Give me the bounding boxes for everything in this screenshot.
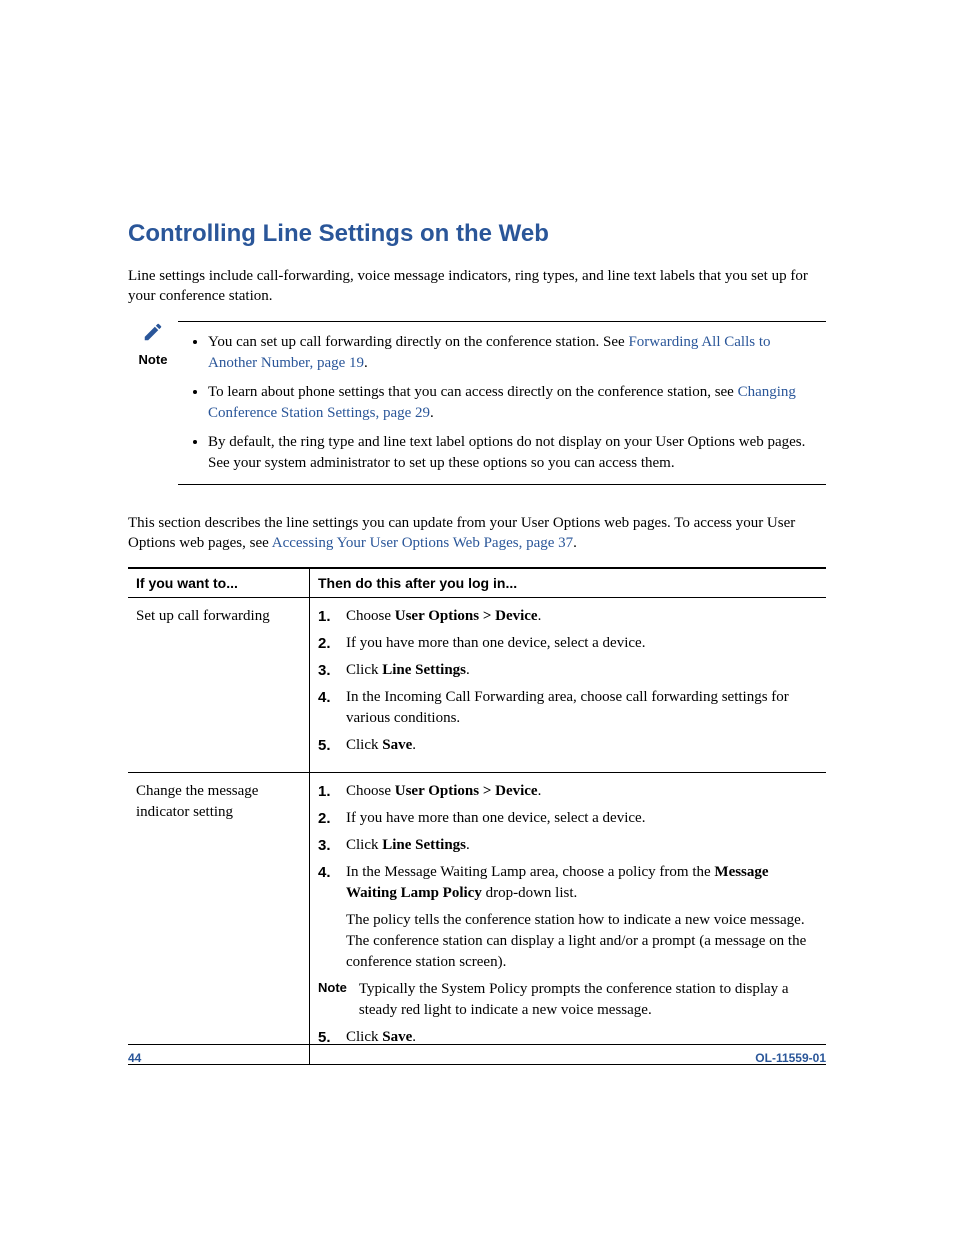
goal-cell: Change the message indicator setting [128, 773, 310, 1065]
note-label: Note [128, 352, 178, 367]
lead-paragraph: This section describes the line settings… [128, 513, 826, 554]
ui-path: User Options > Device [395, 608, 538, 624]
note-text: By default, the ring type and line text … [208, 434, 805, 471]
note-list: You can set up call forwarding directly … [186, 332, 826, 474]
note-text: To learn about phone settings that you c… [208, 384, 738, 400]
step: Click Save. [318, 735, 818, 756]
step: Choose User Options > Device. [318, 606, 818, 627]
inline-note: Note Typically the System Policy prompts… [318, 979, 818, 1021]
step: In the Incoming Call Forwarding area, ch… [318, 687, 818, 729]
procedure-table: If you want to... Then do this after you… [128, 567, 826, 1065]
note-gutter: Note [128, 321, 178, 485]
lead-link[interactable]: Accessing Your User Options Web Pages, p… [272, 535, 573, 551]
note-text: You can set up call forwarding directly … [208, 334, 628, 350]
steps-list: Choose User Options > Device. If you hav… [318, 606, 818, 756]
note-text: . [364, 355, 368, 371]
step: Choose User Options > Device. [318, 781, 818, 802]
steps-list: Choose User Options > Device. If you hav… [318, 781, 818, 904]
column-header-action: Then do this after you log in... [310, 568, 827, 598]
inline-note-text: Typically the System Policy prompts the … [359, 979, 818, 1021]
table-header-row: If you want to... Then do this after you… [128, 568, 826, 598]
ui-path: User Options > Device [395, 783, 538, 799]
intro-paragraph: Line settings include call-forwarding, v… [128, 266, 826, 307]
note-content: You can set up call forwarding directly … [178, 321, 826, 485]
step: Click Line Settings. [318, 835, 818, 856]
ui-label: Save [382, 737, 412, 753]
note-item: To learn about phone settings that you c… [208, 382, 820, 424]
page-number: 44 [128, 1051, 141, 1065]
column-header-goal: If you want to... [128, 568, 310, 598]
note-item: By default, the ring type and line text … [208, 432, 820, 474]
step: In the Message Waiting Lamp area, choose… [318, 862, 818, 904]
step: If you have more than one device, select… [318, 633, 818, 654]
ui-label: Line Settings [382, 837, 466, 853]
table-row: Change the message indicator setting Cho… [128, 773, 826, 1065]
lead-text: . [573, 535, 577, 551]
section-heading: Controlling Line Settings on the Web [128, 220, 826, 248]
note-text: . [430, 405, 434, 421]
step: If you have more than one device, select… [318, 808, 818, 829]
document-id: OL-11559-01 [755, 1051, 826, 1065]
pencil-icon [142, 330, 164, 347]
note-item: You can set up call forwarding directly … [208, 332, 820, 374]
step-sub-paragraph: The policy tells the conference station … [346, 910, 818, 973]
step: Click Line Settings. [318, 660, 818, 681]
goal-cell: Set up call forwarding [128, 598, 310, 773]
page-footer: 44 OL-11559-01 [128, 1044, 826, 1065]
table-row: Set up call forwarding Choose User Optio… [128, 598, 826, 773]
document-page: Controlling Line Settings on the Web Lin… [0, 0, 954, 1235]
steps-cell: Choose User Options > Device. If you hav… [310, 773, 827, 1065]
steps-cell: Choose User Options > Device. If you hav… [310, 598, 827, 773]
ui-label: Line Settings [382, 662, 466, 678]
note-block: Note You can set up call forwarding dire… [128, 321, 826, 485]
inline-note-label: Note [318, 979, 347, 1021]
ui-label: Save [382, 1029, 412, 1045]
